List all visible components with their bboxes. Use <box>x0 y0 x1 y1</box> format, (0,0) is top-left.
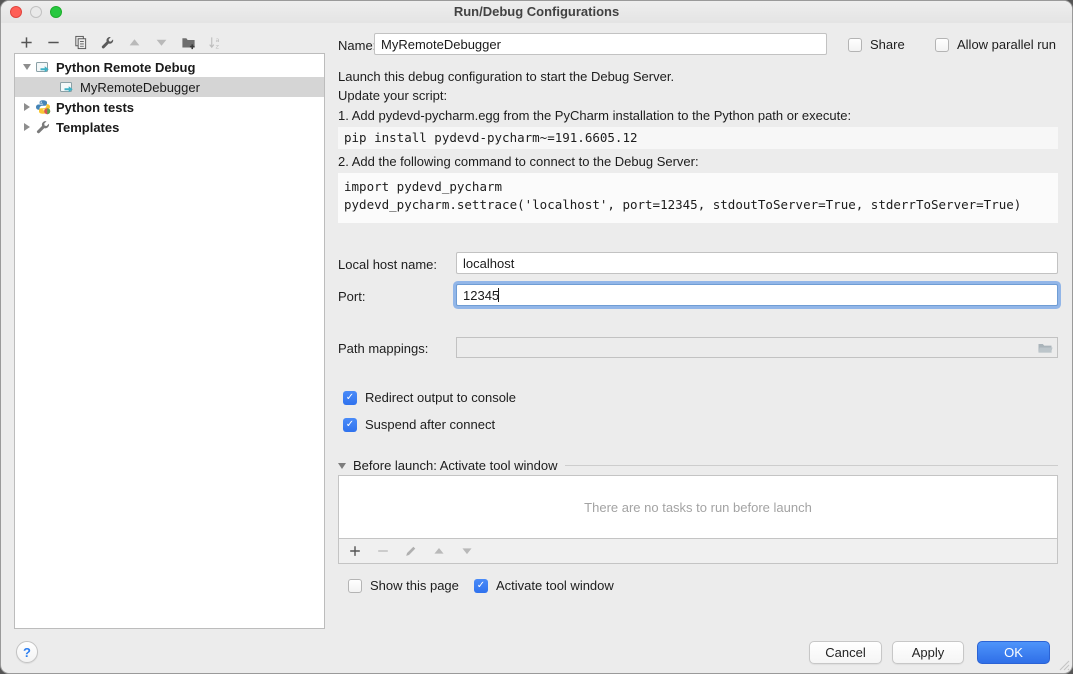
edit-pencil-icon <box>403 543 419 559</box>
edit-defaults-wrench-icon[interactable] <box>98 32 117 52</box>
before-launch-title: Before launch: Activate tool window <box>353 458 558 473</box>
titlebar[interactable]: Run/Debug Configurations <box>1 1 1072 23</box>
code-line-2: pydevd_pycharm.settrace('localhost', por… <box>344 197 1021 212</box>
settrace-code-block: import pydevd_pycharm pydevd_pycharm.set… <box>338 173 1058 223</box>
code-line-1: import pydevd_pycharm <box>344 179 502 194</box>
new-folder-icon[interactable] <box>179 32 198 52</box>
wrench-icon <box>35 119 51 135</box>
suspend-after-connect-label: Suspend after connect <box>365 417 495 432</box>
tree-toolbar: az <box>17 32 225 52</box>
suspend-after-connect-checkbox[interactable] <box>343 418 357 432</box>
resize-grip[interactable] <box>1059 660 1070 671</box>
show-this-page-checkbox[interactable] <box>348 579 362 593</box>
section-rule <box>565 465 1058 466</box>
tree-item-label: Templates <box>56 120 119 135</box>
tree-item-myremotedebugger[interactable]: MyRemoteDebugger <box>15 77 324 97</box>
share-checkbox-row[interactable]: Share <box>848 37 905 52</box>
chevron-down-icon[interactable] <box>21 64 33 70</box>
help-button[interactable]: ? <box>16 641 38 663</box>
activate-tool-window-checkbox[interactable] <box>474 579 488 593</box>
text-caret <box>498 288 499 302</box>
move-up-icon <box>125 32 144 52</box>
window-title: Run/Debug Configurations <box>1 4 1072 19</box>
description-line-2: Update your script: <box>338 88 447 103</box>
remove-icon <box>375 543 391 559</box>
name-input[interactable] <box>374 33 827 55</box>
tree-item-templates[interactable]: Templates <box>15 117 324 137</box>
path-mappings-input[interactable] <box>456 337 1058 358</box>
step-2-text: 2. Add the following command to connect … <box>338 154 699 169</box>
before-launch-section-header[interactable]: Before launch: Activate tool window <box>338 458 1058 473</box>
activate-tool-window-label: Activate tool window <box>496 578 614 593</box>
run-config-icon <box>35 59 51 75</box>
redirect-output-checkbox[interactable] <box>343 391 357 405</box>
port-input-focused[interactable] <box>456 284 1058 306</box>
name-label: Name: <box>338 38 376 53</box>
path-mappings-label: Path mappings: <box>338 341 428 356</box>
share-checkbox[interactable] <box>848 38 862 52</box>
configurations-tree: Python Remote Debug MyRemoteDebugger Pyt… <box>14 53 325 629</box>
activate-tool-window-row[interactable]: Activate tool window <box>474 578 614 593</box>
remove-icon[interactable] <box>44 32 63 52</box>
move-down-icon <box>152 32 171 52</box>
cancel-button[interactable]: Cancel <box>809 641 882 664</box>
move-down-icon <box>459 543 475 559</box>
local-host-name-input[interactable] <box>456 252 1058 274</box>
tree-item-python-remote-debug[interactable]: Python Remote Debug <box>15 57 324 77</box>
copy-icon[interactable] <box>71 32 90 52</box>
show-this-page-label: Show this page <box>370 578 459 593</box>
step-1-text: 1. Add pydevd-pycharm.egg from the PyCha… <box>338 108 851 123</box>
chevron-right-icon[interactable] <box>21 103 33 111</box>
svg-text:z: z <box>216 42 220 49</box>
local-host-name-label: Local host name: <box>338 257 437 272</box>
tree-item-label: Python Remote Debug <box>56 60 195 75</box>
allow-parallel-run-checkbox[interactable] <box>935 38 949 52</box>
ok-button[interactable]: OK <box>977 641 1050 664</box>
allow-parallel-checkbox-row[interactable]: Allow parallel run <box>935 37 1056 52</box>
pip-install-command: pip install pydevd-pycharm~=191.6605.12 <box>338 127 1058 149</box>
task-list-toolbar <box>338 539 1058 564</box>
empty-task-message: There are no tasks to run before launch <box>584 500 812 515</box>
show-this-page-row[interactable]: Show this page <box>348 578 459 593</box>
before-launch-task-list[interactable]: There are no tasks to run before launch <box>338 475 1058 539</box>
add-icon[interactable] <box>347 543 363 559</box>
sort-alphabetically-icon: az <box>206 32 225 52</box>
run-debug-configurations-dialog: Run/Debug Configurations az Python Remot… <box>0 0 1073 674</box>
chevron-right-icon[interactable] <box>21 123 33 131</box>
move-up-icon <box>431 543 447 559</box>
add-icon[interactable] <box>17 32 36 52</box>
redirect-output-label: Redirect output to console <box>365 390 516 405</box>
redirect-output-row[interactable]: Redirect output to console <box>343 390 516 405</box>
port-label: Port: <box>338 289 365 304</box>
browse-folder-icon[interactable] <box>1037 340 1053 356</box>
tree-item-python-tests[interactable]: Python tests <box>15 97 324 117</box>
share-label: Share <box>870 37 905 52</box>
apply-button[interactable]: Apply <box>892 641 964 664</box>
port-input[interactable] <box>457 285 1057 305</box>
allow-parallel-run-label: Allow parallel run <box>957 37 1056 52</box>
tree-item-label: MyRemoteDebugger <box>80 80 200 95</box>
suspend-after-connect-row[interactable]: Suspend after connect <box>343 417 495 432</box>
run-config-icon <box>59 79 75 95</box>
python-tests-icon <box>35 99 51 115</box>
description-line-1: Launch this debug configuration to start… <box>338 69 674 84</box>
chevron-down-icon[interactable] <box>338 463 346 469</box>
tree-item-label: Python tests <box>56 100 134 115</box>
